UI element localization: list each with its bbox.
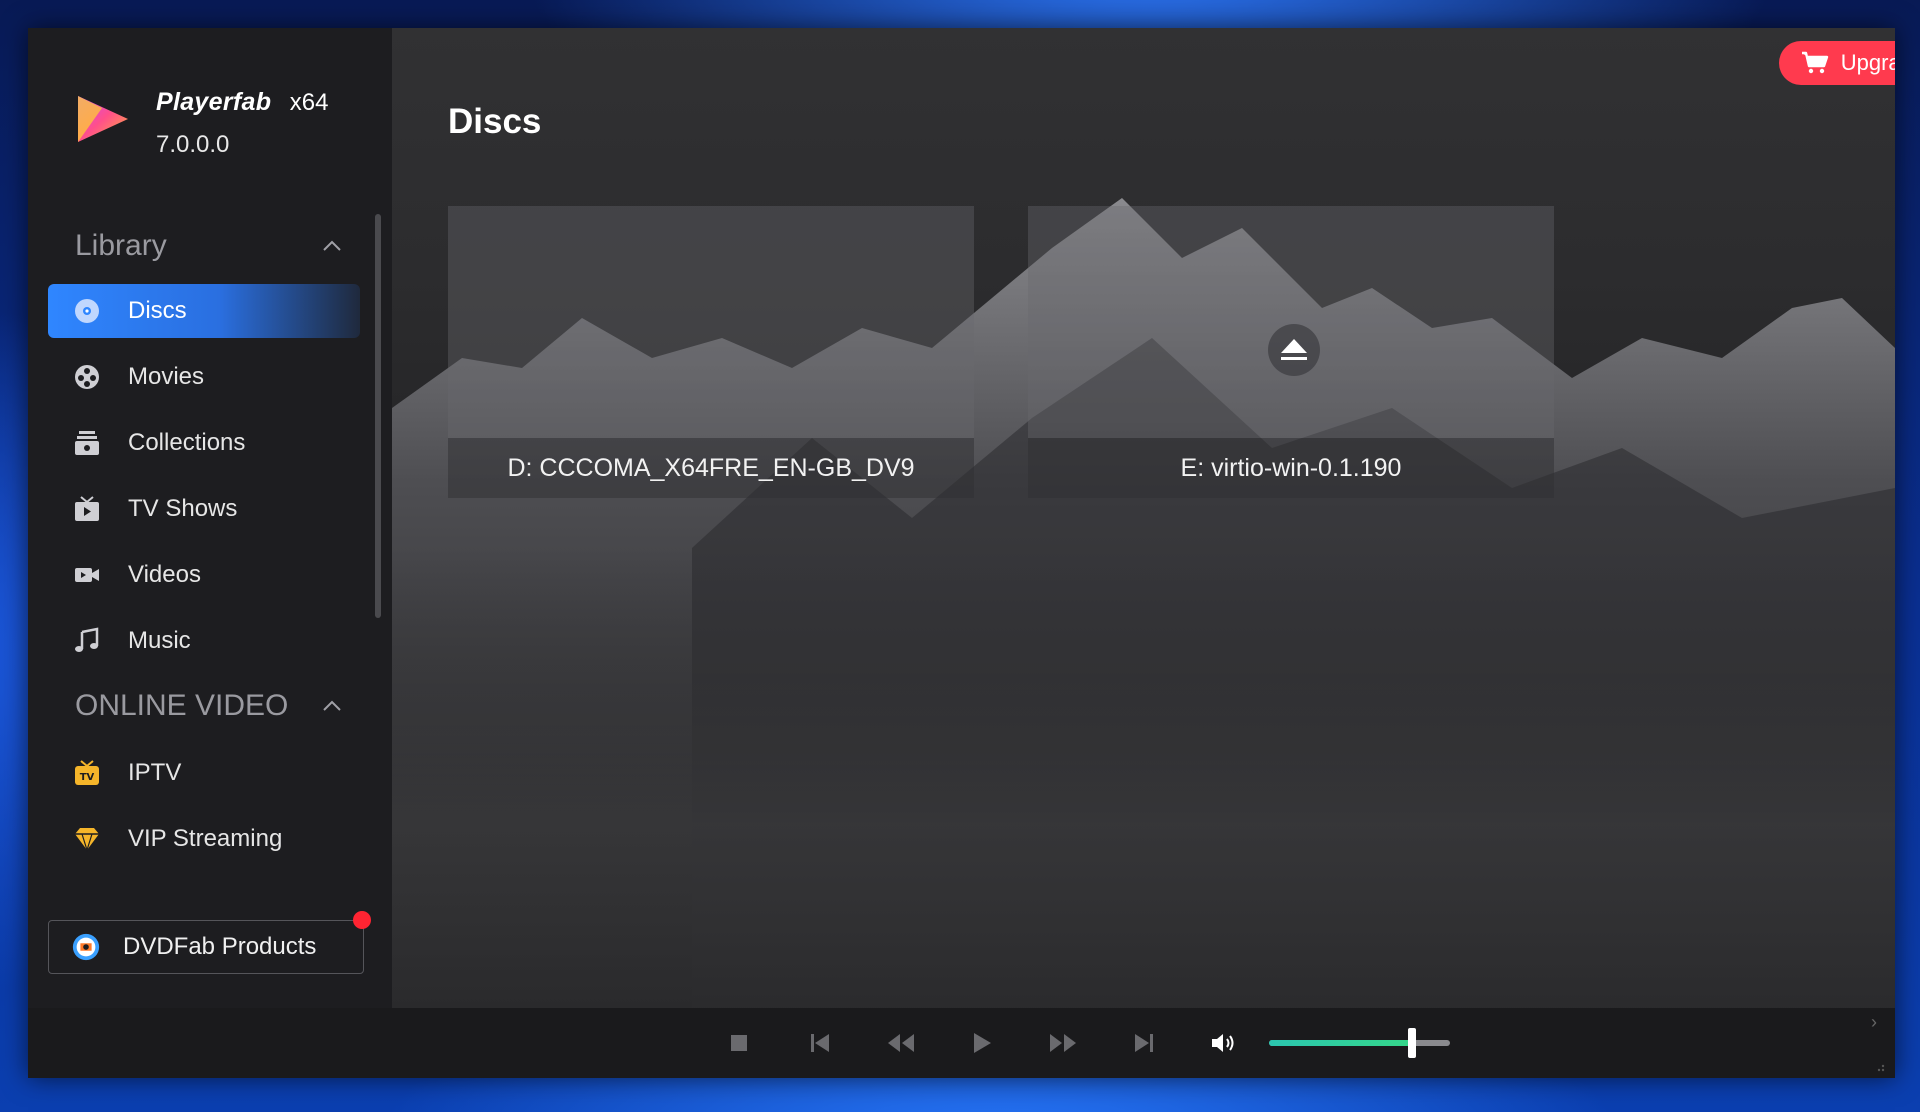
app-arch: x64 <box>289 89 329 116</box>
eject-icon <box>1281 339 1307 360</box>
sidebar-item-label: VIP Streaming <box>128 825 283 852</box>
sidebar-item-label: Movies <box>128 363 205 390</box>
resize-grip-icon[interactable] <box>1871 1058 1885 1072</box>
sidebar-item-label: Discs <box>128 297 187 324</box>
sidebar-item-collections[interactable]: Collections <box>48 416 360 470</box>
skip-next-icon <box>1135 1034 1153 1052</box>
chevron-right-icon: › <box>1871 1012 1877 1032</box>
disc-thumbnail <box>1028 206 1554 438</box>
sidebar-item-discs[interactable]: Discs <box>48 284 360 338</box>
volume-slider-fill <box>1269 1040 1412 1046</box>
chevron-up-icon[interactable] <box>321 695 343 717</box>
page-title: Discs <box>448 102 542 141</box>
sidebar-item-videos[interactable]: Videos <box>48 548 360 602</box>
dvdfab-logo-icon <box>71 932 101 962</box>
collections-icon <box>72 428 102 458</box>
volume-button[interactable] <box>1208 1027 1240 1059</box>
player-control-bar: › <box>28 1008 1895 1078</box>
volume-icon <box>1212 1034 1234 1052</box>
online-video-heading: ONLINE VIDEO <box>75 689 289 722</box>
cart-icon <box>1801 51 1828 74</box>
playerfab-window: Playerfab x64 7.0.0.0 Library Discs Movi… <box>28 28 1895 1078</box>
rewind-button[interactable] <box>885 1027 917 1059</box>
sidebar-item-label: TV Shows <box>128 495 238 522</box>
dvdfab-products-button[interactable]: DVDFab Products <box>48 911 371 974</box>
tv-icon <box>72 494 102 524</box>
sidebar-item-tv-shows[interactable]: TV Shows <box>48 482 360 536</box>
notification-dot <box>353 911 371 929</box>
playerfab-logo <box>78 96 128 142</box>
sidebar-item-movies[interactable]: Movies <box>48 350 360 404</box>
stop-button[interactable] <box>723 1027 755 1059</box>
dvdfab-products-label: DVDFab Products <box>123 933 317 960</box>
sidebar-item-iptv[interactable]: TV IPTV <box>48 746 360 800</box>
diamond-icon <box>72 824 102 854</box>
disc-label: D: CCCOMA_X64FRE_EN-GB_DV9 <box>448 438 974 498</box>
volume-slider-thumb[interactable] <box>1407 1028 1416 1058</box>
film-reel-icon <box>72 362 102 392</box>
upgrade-button[interactable]: Upgrade to Paid Version <box>1779 41 1895 85</box>
library-heading: Library <box>75 229 167 262</box>
app-version: 7.0.0.0 <box>156 131 230 158</box>
sidebar-item-music[interactable]: Music <box>48 614 360 668</box>
video-camera-icon <box>72 560 102 590</box>
sidebar: Playerfab x64 7.0.0.0 Library Discs Movi… <box>28 28 392 1008</box>
disc-card-d[interactable]: D: CCCOMA_X64FRE_EN-GB_DV9 <box>448 206 974 498</box>
chevron-up-icon[interactable] <box>321 235 343 257</box>
main-content: Discs D: CCCOMA_X64FRE_EN-GB_DV9 E: virt… <box>392 28 1895 1008</box>
disc-icon <box>72 296 102 326</box>
eject-button[interactable] <box>1268 324 1320 376</box>
sidebar-item-label: Collections <box>128 429 246 456</box>
fast-forward-icon <box>1050 1034 1076 1052</box>
skip-previous-icon <box>811 1034 829 1052</box>
disc-thumbnail <box>448 206 974 438</box>
sidebar-item-label: Videos <box>128 561 201 588</box>
rewind-icon <box>888 1034 914 1052</box>
play-button[interactable] <box>966 1027 998 1059</box>
online-video-section-header[interactable]: ONLINE VIDEO <box>75 684 365 728</box>
previous-button[interactable] <box>804 1027 836 1059</box>
sidebar-scrollbar[interactable] <box>375 214 381 618</box>
sidebar-item-label: Music <box>128 627 191 654</box>
svg-text:TV: TV <box>80 772 95 783</box>
volume-slider[interactable] <box>1269 1028 1450 1058</box>
iptv-icon: TV <box>72 758 102 788</box>
upgrade-label: Upgrade to Paid Version <box>1840 50 1895 75</box>
play-icon <box>974 1033 991 1053</box>
disc-card-e[interactable]: E: virtio-win-0.1.190 <box>1028 206 1554 498</box>
app-brand: Playerfab x64 7.0.0.0 <box>72 88 328 159</box>
sidebar-item-vip-streaming[interactable]: VIP Streaming <box>48 812 360 866</box>
app-name: Playerfab <box>156 88 272 116</box>
sidebar-item-label: IPTV <box>128 759 182 786</box>
library-section-header[interactable]: Library <box>75 224 365 268</box>
music-note-icon <box>72 626 102 656</box>
disc-label: E: virtio-win-0.1.190 <box>1028 438 1554 498</box>
fast-forward-button[interactable] <box>1047 1027 1079 1059</box>
next-button[interactable] <box>1128 1027 1160 1059</box>
stop-icon <box>731 1035 747 1051</box>
